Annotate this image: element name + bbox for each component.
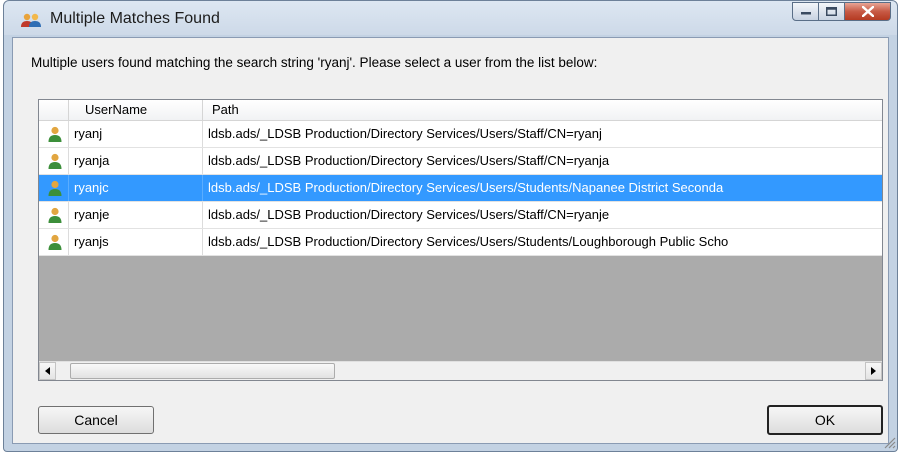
user-list[interactable]: UserName Path ryanj ldsb.ads/_LDSB Produc… xyxy=(38,99,883,381)
user-icon xyxy=(48,234,62,250)
list-item-path: ldsb.ads/_LDSB Production/Directory Serv… xyxy=(208,234,729,249)
list-item-username: ryanj xyxy=(69,121,203,147)
list-item-username: ryanje xyxy=(69,202,203,228)
list-item[interactable]: ryanjc ldsb.ads/_LDSB Production/Director… xyxy=(39,175,882,202)
list-item-icon-cell xyxy=(39,229,69,255)
arrow-left-icon xyxy=(44,367,50,375)
title-bar[interactable]: Multiple Matches Found xyxy=(4,1,897,37)
close-button[interactable] xyxy=(845,2,891,21)
minimize-icon xyxy=(800,11,811,14)
column-header-username[interactable]: UserName xyxy=(69,100,203,120)
caption-buttons xyxy=(792,2,891,22)
ok-button[interactable]: OK xyxy=(767,405,883,435)
maximize-button[interactable] xyxy=(819,2,845,21)
instruction-message: Multiple users found matching the search… xyxy=(31,55,598,70)
list-item-icon-cell xyxy=(39,121,69,147)
list-rows: ryanj ldsb.ads/_LDSB Production/Directory… xyxy=(39,121,882,256)
list-item-username: ryanja xyxy=(69,148,203,174)
arrow-right-icon xyxy=(870,367,876,375)
scroll-left-button[interactable] xyxy=(39,362,56,380)
list-item-icon-cell xyxy=(39,175,69,201)
user-icon xyxy=(48,153,62,169)
list-item[interactable]: ryanja ldsb.ads/_LDSB Production/Director… xyxy=(39,148,882,175)
window-title: Multiple Matches Found xyxy=(50,10,220,27)
list-header: UserName Path xyxy=(39,100,882,121)
horizontal-scrollbar[interactable] xyxy=(39,361,882,380)
minimize-button[interactable] xyxy=(792,2,819,21)
list-item-username: ryanjc xyxy=(69,175,203,201)
user-icon xyxy=(48,180,62,196)
list-item-path: ldsb.ads/_LDSB Production/Directory Serv… xyxy=(208,180,724,195)
scrollbar-thumb[interactable] xyxy=(70,363,335,379)
close-icon xyxy=(861,6,874,17)
resize-grip-icon[interactable] xyxy=(882,435,896,449)
list-item[interactable]: ryanj ldsb.ads/_LDSB Production/Directory… xyxy=(39,121,882,148)
column-header-path[interactable]: Path xyxy=(203,100,882,120)
scroll-right-button[interactable] xyxy=(865,362,882,380)
list-item[interactable]: ryanje ldsb.ads/_LDSB Production/Director… xyxy=(39,202,882,229)
list-item-path: ldsb.ads/_LDSB Production/Directory Serv… xyxy=(208,126,602,141)
user-icon xyxy=(48,126,62,142)
user-icon xyxy=(48,207,62,223)
maximize-icon xyxy=(826,7,837,16)
column-header-icon[interactable] xyxy=(39,100,69,120)
cancel-button[interactable]: Cancel xyxy=(38,406,154,434)
list-item-icon-cell xyxy=(39,148,69,174)
users-icon xyxy=(21,13,41,27)
list-item-path: ldsb.ads/_LDSB Production/Directory Serv… xyxy=(208,153,610,168)
list-item[interactable]: ryanjs ldsb.ads/_LDSB Production/Director… xyxy=(39,229,882,256)
list-item-username: ryanjs xyxy=(69,229,203,255)
list-item-path: ldsb.ads/_LDSB Production/Directory Serv… xyxy=(208,207,610,222)
list-item-icon-cell xyxy=(39,202,69,228)
